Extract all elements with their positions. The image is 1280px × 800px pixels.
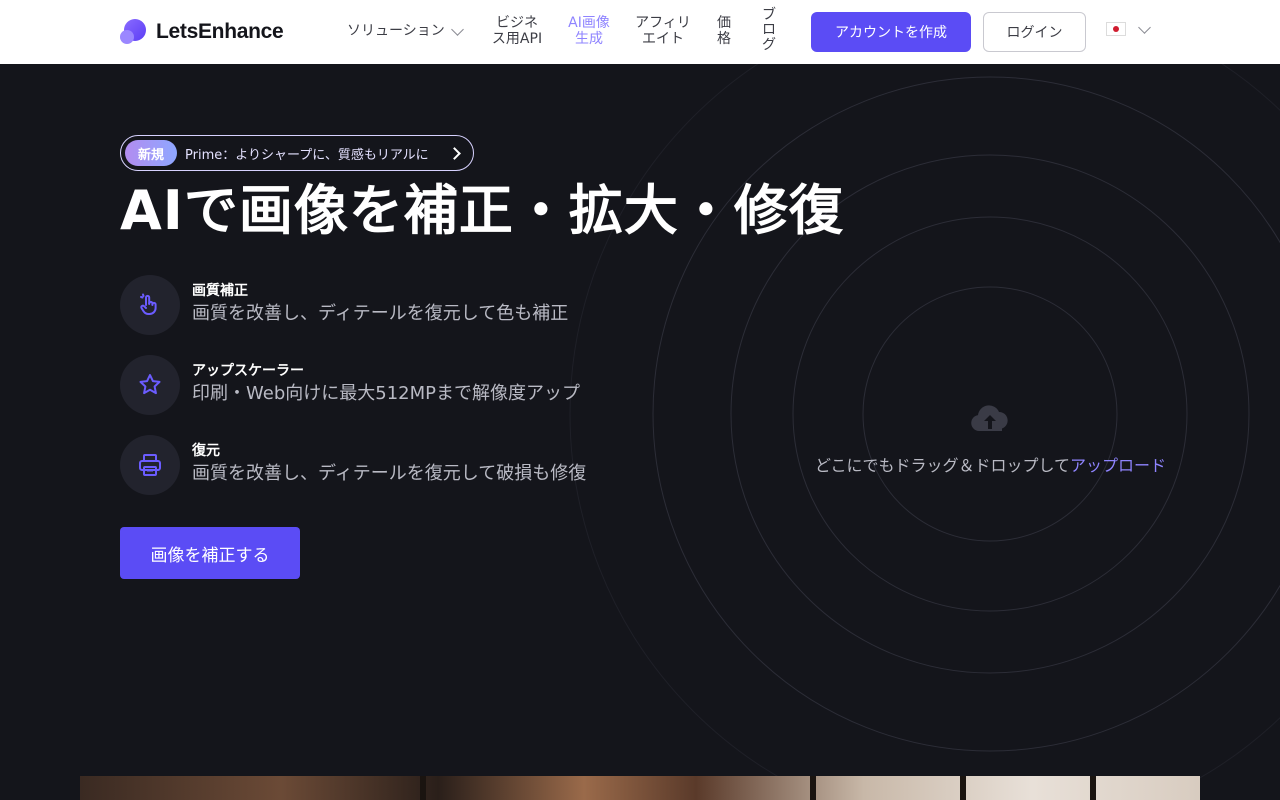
feature-title: 画質補正: [192, 283, 248, 299]
feature-description: 印刷・Web向けに最大512MPまで解像度アップ: [192, 383, 580, 404]
nav-solutions-label: ソリューション: [347, 23, 445, 39]
feature-item-restore: 復元 画質を改善し、ディテールを復元して破損も修復: [120, 435, 640, 495]
feature-description: 画質を改善し、ディテールを復元して破損も修復: [192, 463, 587, 484]
feature-item-upscaler: アップスケーラー 印刷・Web向けに最大512MPまで解像度アップ: [120, 355, 640, 415]
feature-title: 復元: [192, 443, 220, 459]
nav-pricing-line1: 価: [717, 15, 731, 31]
chevron-right-icon: [448, 147, 461, 160]
create-account-button[interactable]: アカウントを作成: [811, 12, 971, 52]
feature-title: アップスケーラー: [192, 363, 304, 379]
upload-link[interactable]: アップロード: [1070, 456, 1166, 475]
new-feature-badge[interactable]: 新規 Prime：よりシャープに、質感もリアルに: [120, 135, 474, 171]
nav-affiliate[interactable]: アフィリ エイト: [634, 15, 692, 47]
logo-text: LetsEnhance: [156, 20, 284, 43]
new-badge-label: 新規: [125, 140, 178, 166]
nav-solutions[interactable]: ソリューション: [347, 22, 464, 39]
japan-flag-icon: [1106, 22, 1126, 36]
nav-pricing-line2: 格: [717, 31, 731, 47]
nav-ai-image-line1: AI画像: [568, 15, 610, 31]
cloud-upload-icon[interactable]: [969, 404, 1011, 438]
nav-business-api[interactable]: ビジネ ス用API: [490, 15, 544, 47]
logo-mark-icon: [120, 18, 148, 46]
letsenhance-logo[interactable]: LetsEnhance: [120, 18, 284, 46]
nav-ai-image-generation[interactable]: AI画像 生成: [565, 15, 613, 47]
example-image-preview: [80, 776, 1200, 800]
hero-title: AIで画像を補正・拡大・修復: [120, 179, 844, 242]
nav-business-api-line1: ビジネ: [496, 15, 538, 31]
feature-description: 画質を改善し、ディテールを復元して色も補正: [192, 303, 569, 324]
nav-blog-line3: グ: [762, 37, 776, 53]
upload-dropzone-rings: [569, 64, 1280, 800]
login-button[interactable]: ログイン: [983, 12, 1086, 52]
upload-dropzone-text: どこにでもドラッグ＆ドロップしてアップロード: [815, 452, 1166, 476]
nav-ai-image-line2: 生成: [575, 31, 603, 47]
chevron-down-icon: [1138, 20, 1151, 34]
language-selector[interactable]: [1106, 20, 1151, 36]
nav-pricing[interactable]: 価 格: [713, 15, 735, 47]
star-icon: [120, 355, 180, 415]
top-navbar: LetsEnhance ソリューション ビジネ ス用API AI画像 生成 アフ…: [0, 0, 1280, 64]
feature-item-enhance: 画質補正 画質を改善し、ディテールを復元して色も補正: [120, 275, 640, 335]
nav-blog[interactable]: ブ ロ グ: [758, 8, 780, 53]
nav-affiliate-line1: アフィリ: [635, 15, 691, 31]
new-badge-text: Prime：よりシャープに、質感もリアルに: [185, 147, 429, 163]
nav-blog-line1: ブ: [762, 7, 776, 23]
upload-instruction: どこにでもドラッグ＆ドロップして: [815, 456, 1071, 475]
enhance-image-button[interactable]: 画像を補正する: [120, 527, 300, 579]
printer-icon: [120, 435, 180, 495]
hand-sparkle-icon: [120, 275, 180, 335]
nav-business-api-line2: ス用API: [491, 31, 543, 47]
chevron-down-icon: [450, 22, 464, 36]
nav-blog-line2: ロ: [762, 22, 776, 38]
nav-affiliate-line2: エイト: [642, 31, 684, 47]
